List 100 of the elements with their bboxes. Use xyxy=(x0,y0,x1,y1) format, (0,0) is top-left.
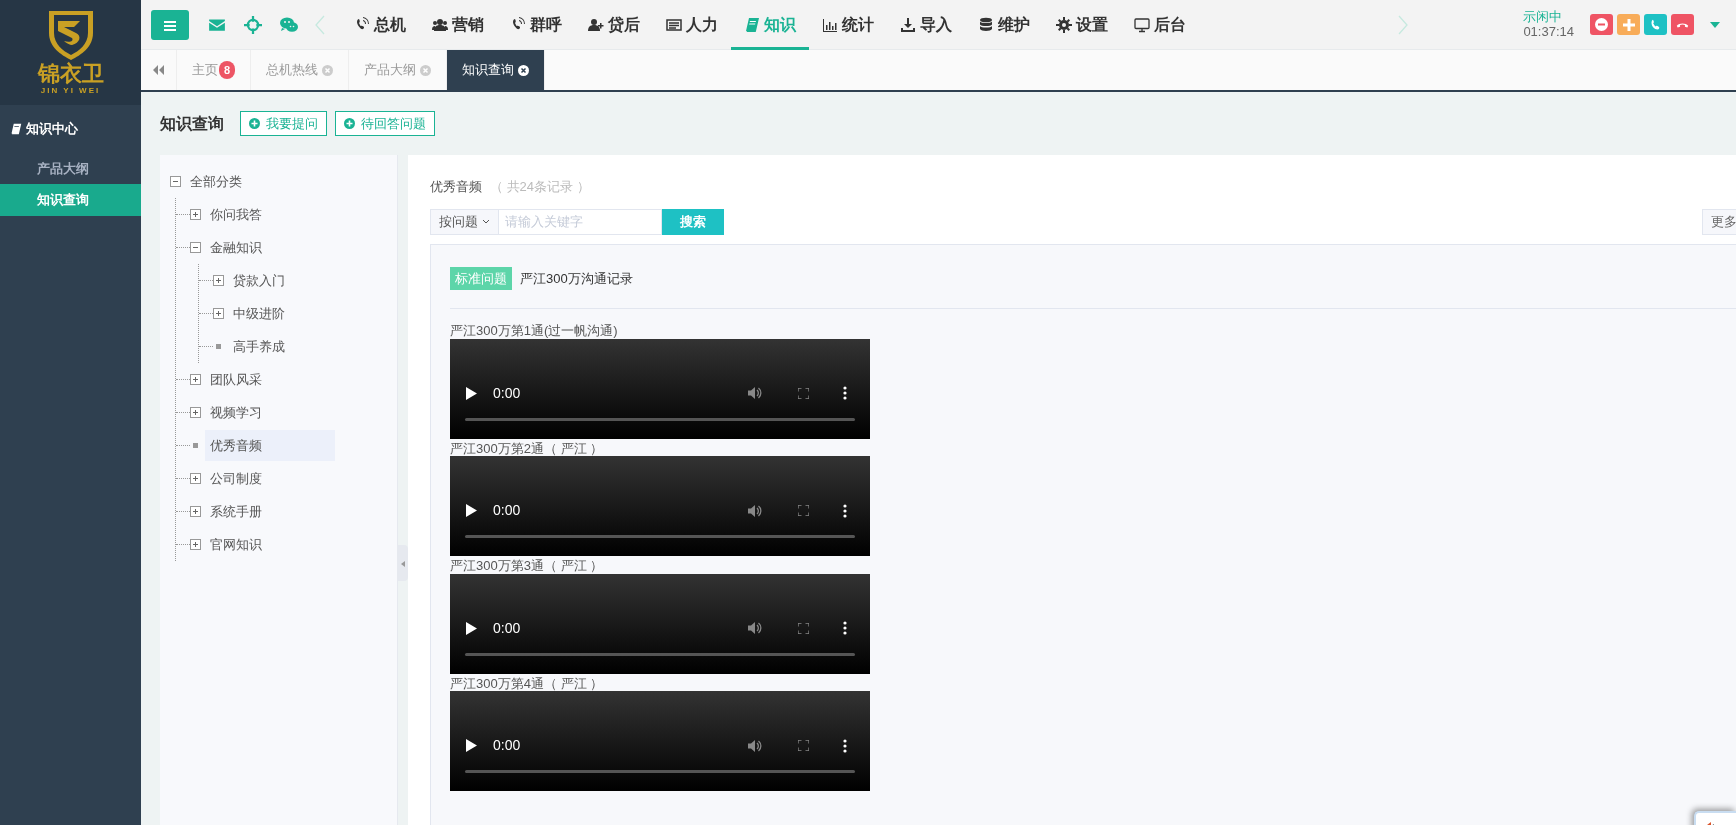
tree-item[interactable]: 公司制度 xyxy=(205,465,267,492)
play-icon[interactable] xyxy=(465,504,477,518)
more-options-icon[interactable] xyxy=(843,621,847,636)
tree-item[interactable]: 优秀音频 xyxy=(205,429,335,462)
chevron-left-icon xyxy=(315,14,325,35)
tree-item[interactable]: 官网知识 xyxy=(205,531,267,558)
book-icon xyxy=(10,122,22,135)
play-icon[interactable] xyxy=(465,386,477,400)
expand-icon[interactable] xyxy=(190,209,201,220)
audio-player[interactable]: 0:00 xyxy=(450,691,870,792)
audio-title: 严江300万第4通（ 严江 ） xyxy=(450,675,605,692)
page-title: 知识查询 xyxy=(160,113,224,134)
nav-tab[interactable]: 维护 xyxy=(965,0,1043,50)
record-count: （ 共24条记录 ） xyxy=(490,178,590,196)
users-icon xyxy=(432,16,448,33)
timer: 01:37:14 xyxy=(1523,24,1574,39)
tree-item[interactable]: 团队风采 xyxy=(205,366,267,393)
nav-tab[interactable]: 设置 xyxy=(1043,0,1121,50)
page-tab[interactable]: 知识查询 xyxy=(447,50,546,90)
tree-item[interactable]: 贷款入门 xyxy=(228,267,290,294)
audio-title: 严江300万第2通（ 严江 ） xyxy=(450,440,605,457)
time-display: 0:00 xyxy=(493,736,521,756)
settings-icon xyxy=(1056,16,1072,33)
nav-tab[interactable]: 人力 xyxy=(653,0,731,50)
book-icon xyxy=(744,16,760,33)
chevron-down-icon xyxy=(482,219,490,224)
hang-up-icon xyxy=(1676,20,1689,29)
fullscreen-icon[interactable] xyxy=(798,387,809,399)
count-badge: 8 xyxy=(219,60,236,80)
collapse-icon[interactable] xyxy=(190,242,201,253)
fullscreen-icon[interactable] xyxy=(798,505,809,517)
phone-icon xyxy=(1649,18,1662,31)
progress-track[interactable] xyxy=(465,417,855,421)
tree-item[interactable]: 视频学习 xyxy=(205,399,267,426)
chevron-right-icon xyxy=(1398,14,1409,35)
plus-circle-icon xyxy=(249,118,260,129)
nav-tab[interactable]: 群呼 xyxy=(497,0,575,50)
expand-icon[interactable] xyxy=(190,539,201,550)
double-chevron-left-icon xyxy=(153,65,164,75)
monitor-icon xyxy=(1134,16,1150,33)
volume-icon[interactable] xyxy=(748,386,762,401)
leaf-icon xyxy=(190,443,201,448)
expand-icon[interactable] xyxy=(190,407,201,418)
audio-player[interactable]: 0:00 xyxy=(450,573,870,674)
audio-player[interactable]: 0:00 xyxy=(450,338,870,439)
database-icon xyxy=(978,16,994,33)
nav-tab[interactable]: 导入 xyxy=(887,0,965,50)
collapse-icon[interactable] xyxy=(170,176,181,187)
play-icon[interactable] xyxy=(465,621,477,635)
tree-item[interactable]: 高手养成 xyxy=(228,333,290,360)
more-options-icon[interactable] xyxy=(843,738,847,753)
expand-icon[interactable] xyxy=(190,473,201,484)
minus-circle-icon xyxy=(1595,18,1608,31)
sidebar-item[interactable]: 产品大纲 xyxy=(0,152,141,184)
tree-item[interactable]: 中级进阶 xyxy=(228,300,290,327)
menu-button[interactable] xyxy=(151,9,189,40)
volume-icon[interactable] xyxy=(748,738,762,753)
volume-icon[interactable] xyxy=(748,503,762,518)
fullscreen-icon[interactable] xyxy=(798,740,809,752)
progress-track[interactable] xyxy=(465,652,855,656)
leaf-icon xyxy=(213,344,224,349)
fullscreen-icon[interactable] xyxy=(798,622,809,634)
more-options-icon[interactable] xyxy=(843,386,847,401)
expand-icon[interactable] xyxy=(190,374,201,385)
more-button[interactable]: 更多 xyxy=(1702,208,1736,235)
play-icon[interactable] xyxy=(465,739,477,753)
search-mode-select[interactable]: 按问题 xyxy=(430,208,499,235)
progress-track[interactable] xyxy=(465,770,855,774)
list-heading: 优秀音频 xyxy=(430,178,482,196)
nav-tab[interactable]: 后台 xyxy=(1121,0,1199,50)
bar-chart-icon xyxy=(822,16,838,33)
nav-tab[interactable]: 贷后 xyxy=(575,0,653,50)
time-display: 0:00 xyxy=(493,383,521,403)
section-title: 知识中心 xyxy=(26,120,78,138)
hang-up-button[interactable] xyxy=(1671,14,1694,35)
time-display: 0:00 xyxy=(493,618,521,638)
tree-item[interactable]: 全部分类 xyxy=(185,168,247,195)
progress-track[interactable] xyxy=(465,535,855,539)
audio-player[interactable]: 0:00 xyxy=(450,456,870,557)
expand-icon[interactable] xyxy=(190,506,201,517)
volume-icon[interactable] xyxy=(748,621,762,636)
nav-tab[interactable]: 营销 xyxy=(419,0,497,50)
close-icon[interactable] xyxy=(518,64,530,76)
pause-button[interactable] xyxy=(1590,14,1613,35)
download-icon xyxy=(900,16,916,33)
audio-title: 严江300万第1通(过一帆沟通) xyxy=(450,323,619,339)
collapse-handle[interactable] xyxy=(398,545,408,581)
nav-tab[interactable]: 总机 xyxy=(341,0,419,50)
tree-item[interactable]: 你问我答 xyxy=(205,201,267,228)
logo-text: 锦衣卫 xyxy=(37,62,104,85)
expand-icon[interactable] xyxy=(213,308,224,319)
agent-status: 示闲中 xyxy=(1523,10,1564,25)
tree-item[interactable]: 金融知识 xyxy=(205,234,267,261)
tree-item[interactable]: 系统手册 xyxy=(205,498,267,525)
more-options-icon[interactable] xyxy=(843,503,847,518)
plus-icon xyxy=(1622,18,1635,31)
expand-icon[interactable] xyxy=(213,275,224,286)
add-user-icon xyxy=(588,16,604,33)
audio-title: 严江300万第3通（ 严江 ） xyxy=(450,558,605,574)
nav-tab[interactable]: 统计 xyxy=(809,0,887,50)
